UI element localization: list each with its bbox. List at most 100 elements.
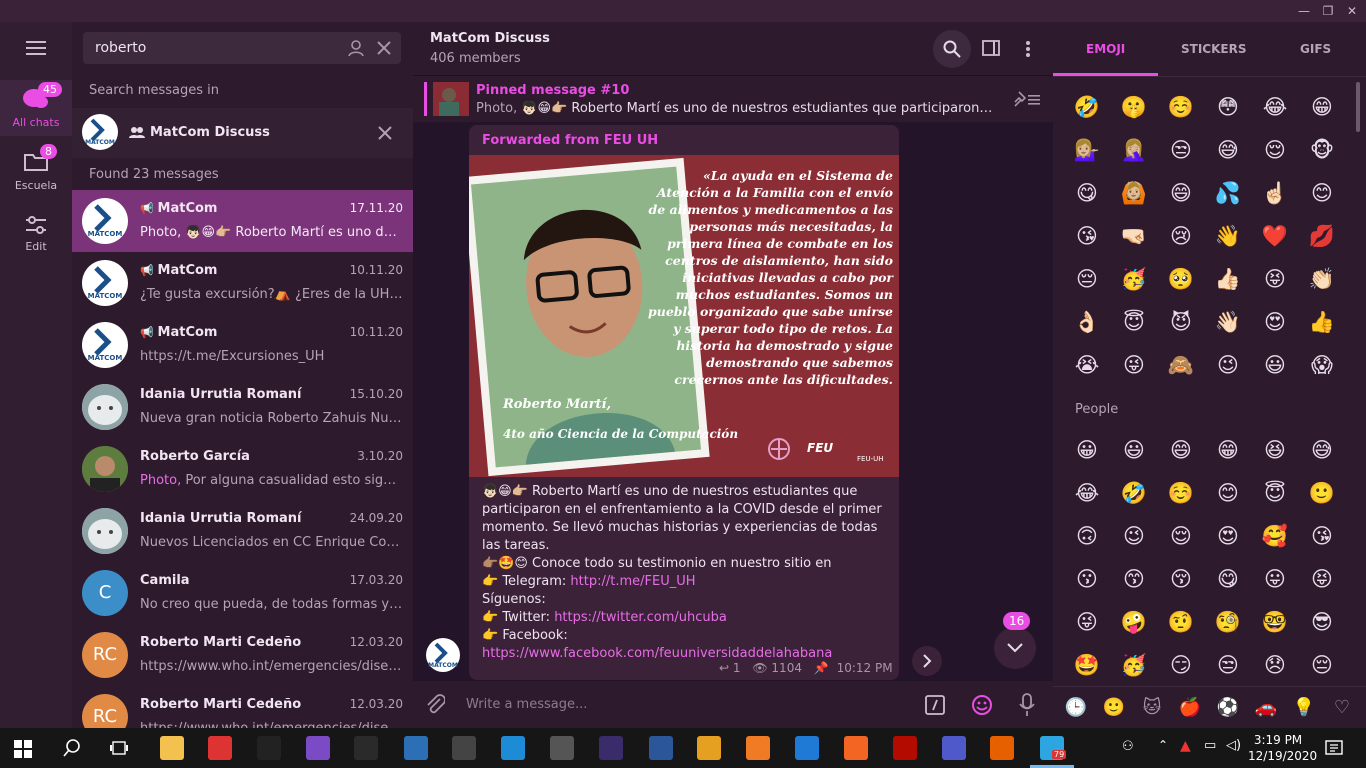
crypto-tool-icon[interactable] [257, 736, 281, 760]
emoji-button[interactable]: 😘 [1307, 521, 1337, 551]
emoji-button[interactable]: 👍 [1307, 307, 1337, 337]
emoji-button[interactable]: 😭 [1072, 350, 1102, 380]
brave-icon[interactable] [844, 736, 868, 760]
emoji-button[interactable]: ☺️ [1166, 92, 1196, 122]
emoji-button[interactable]: 🥳 [1119, 650, 1149, 680]
emoji-button[interactable]: 🙆🏼 [1119, 178, 1149, 208]
emoji-button[interactable]: 🤜🏻 [1119, 221, 1149, 251]
emoji-button[interactable]: 😘 [1072, 221, 1102, 251]
emoji-button[interactable]: 😞 [1260, 650, 1290, 680]
microphone-icon[interactable] [1019, 693, 1035, 717]
emoji-button[interactable]: 😜 [1119, 350, 1149, 380]
tray-chevron-icon[interactable]: ⌃ [1158, 738, 1168, 752]
editor-icon[interactable] [404, 736, 428, 760]
emoji-button[interactable]: 😅 [1213, 135, 1243, 165]
emoji-button[interactable]: 😚 [1166, 564, 1196, 594]
chrome-icon[interactable] [697, 736, 721, 760]
share-button[interactable] [912, 646, 942, 676]
emoji-scrollbar[interactable] [1356, 82, 1360, 132]
telegram-link[interactable]: http://t.me/FEU_UH [570, 574, 695, 589]
emoji-button[interactable]: 😝 [1307, 564, 1337, 594]
sender-avatar[interactable]: MATCOM [426, 638, 460, 672]
emoji-button[interactable]: 👋 [1213, 221, 1243, 251]
folder-edit[interactable]: Edit [0, 210, 72, 260]
forwarded-from[interactable]: Forwarded from FEU UH [482, 133, 658, 148]
folder-escuela[interactable]: 8 Escuela [0, 144, 72, 202]
emoji-button[interactable]: 😏 [1166, 650, 1196, 680]
close-window-button[interactable]: ✕ [1340, 0, 1364, 22]
pinned-message-bar[interactable]: Pinned message #10 Photo, 👦🏻😁👉🏼 Roberto … [413, 76, 1053, 122]
chat-header[interactable]: MatCom Discuss 406 members [413, 22, 1053, 76]
scroll-down-button[interactable] [994, 627, 1036, 669]
emoji-button[interactable]: 🤩 [1072, 650, 1102, 680]
emoji-category-tab[interactable]: 💡 [1289, 693, 1319, 723]
chat-title[interactable]: MatCom Discuss [430, 31, 550, 46]
emoji-button[interactable]: 😳 [1213, 92, 1243, 122]
emoji-button[interactable]: 😉 [1213, 350, 1243, 380]
emoji-button[interactable]: 🥳 [1119, 264, 1149, 294]
upload-icon[interactable] [795, 736, 819, 760]
emoji-button[interactable]: 😙 [1119, 564, 1149, 594]
minimize-button[interactable]: — [1292, 0, 1316, 22]
emoji-button[interactable]: 😔 [1072, 264, 1102, 294]
search-result-row[interactable]: MATCOM 📢 MatCom 10.11.20 ¿Te gusta excursió… [72, 252, 413, 314]
emoji-button[interactable]: 😍 [1213, 521, 1243, 551]
emoji-button[interactable]: 😇 [1260, 478, 1290, 508]
cheat-engine-icon[interactable] [452, 736, 476, 760]
emoji-button[interactable]: 😜 [1072, 607, 1102, 637]
emoji-button[interactable]: 🧐 [1213, 607, 1243, 637]
emoji-button[interactable]: 🤫 [1119, 92, 1149, 122]
tab-stickers[interactable]: STICKERS [1181, 42, 1246, 56]
warning-icon[interactable]: ▲ [1180, 738, 1191, 754]
clear-search-icon[interactable] [375, 39, 393, 57]
more-options-icon[interactable] [1025, 40, 1031, 58]
search-result-row[interactable]: C Camila 17.03.20 No creo que pueda, de tod… [72, 562, 413, 624]
emoji-button[interactable]: 🥰 [1260, 521, 1290, 551]
message-input[interactable]: Write a message... [466, 697, 587, 712]
emoji-button[interactable]: 😌 [1166, 521, 1196, 551]
teams-icon[interactable] [942, 736, 966, 760]
emoji-button[interactable]: 🤓 [1260, 607, 1290, 637]
emoji-button[interactable]: ☝🏻 [1260, 178, 1290, 208]
ide-icon[interactable] [354, 736, 378, 760]
visual-studio-icon[interactable] [306, 736, 330, 760]
tab-gifs[interactable]: GIFS [1300, 42, 1331, 56]
latex-icon[interactable] [599, 736, 623, 760]
folder-all-chats[interactable]: 45 All chats [0, 80, 72, 136]
emoji-button[interactable]: 😂 [1072, 478, 1102, 508]
file-explorer-icon[interactable] [160, 736, 184, 760]
message-photo[interactable]: «La ayuda en el Sistema de Atención a la… [469, 155, 899, 477]
emoji-button[interactable]: 👌🏻 [1072, 307, 1102, 337]
emoji-button[interactable]: 😝 [1260, 264, 1290, 294]
search-result-row[interactable]: MATCOM 📢 MatCom 17.11.20 Photo, 👦🏻😁👉🏼 Rober… [72, 190, 413, 252]
filezilla-icon[interactable] [208, 736, 232, 760]
maximize-button[interactable]: ❐ [1316, 0, 1340, 22]
emoji-button[interactable]: 😛 [1260, 564, 1290, 594]
emoji-button[interactable]: 😁 [1307, 92, 1337, 122]
emoji-button[interactable]: 👋🏻 [1213, 307, 1243, 337]
emoji-button[interactable]: 💋 [1307, 221, 1337, 251]
message-bubble[interactable]: Forwarded from FEU UH «La ayuda en el Si… [469, 125, 899, 680]
emoji-button[interactable]: ❤️ [1260, 221, 1290, 251]
emoji-button[interactable]: 😉 [1119, 521, 1149, 551]
edge-icon[interactable] [501, 736, 525, 760]
emoji-button[interactable]: 🤣 [1072, 92, 1102, 122]
sidebar-toggle-icon[interactable] [982, 40, 1000, 56]
clock-time[interactable]: 3:19 PM [1248, 733, 1308, 747]
clock-date[interactable]: 12/19/2020 [1248, 749, 1317, 763]
emoji-toggle-icon[interactable] [971, 694, 993, 716]
emoji-category-tab[interactable]: 🕒 [1061, 693, 1091, 723]
people-icon[interactable]: ⚇ [1122, 739, 1134, 754]
attach-icon[interactable] [425, 694, 445, 716]
volume-icon[interactable]: ◁) [1226, 738, 1241, 753]
emoji-button[interactable]: 😱 [1307, 350, 1337, 380]
remove-scope-icon[interactable] [377, 125, 393, 141]
emoji-button[interactable]: 👍🏻 [1213, 264, 1243, 294]
search-result-row[interactable]: Roberto García 3.10.20 Photo, Por alguna c… [72, 438, 413, 500]
emoji-button[interactable]: 😊 [1213, 478, 1243, 508]
calculator-icon[interactable] [550, 736, 574, 760]
emoji-button[interactable]: 😃 [1260, 350, 1290, 380]
acrobat-icon[interactable] [893, 736, 917, 760]
emoji-button[interactable]: 😗 [1072, 564, 1102, 594]
emoji-button[interactable]: 🙃 [1072, 521, 1102, 551]
